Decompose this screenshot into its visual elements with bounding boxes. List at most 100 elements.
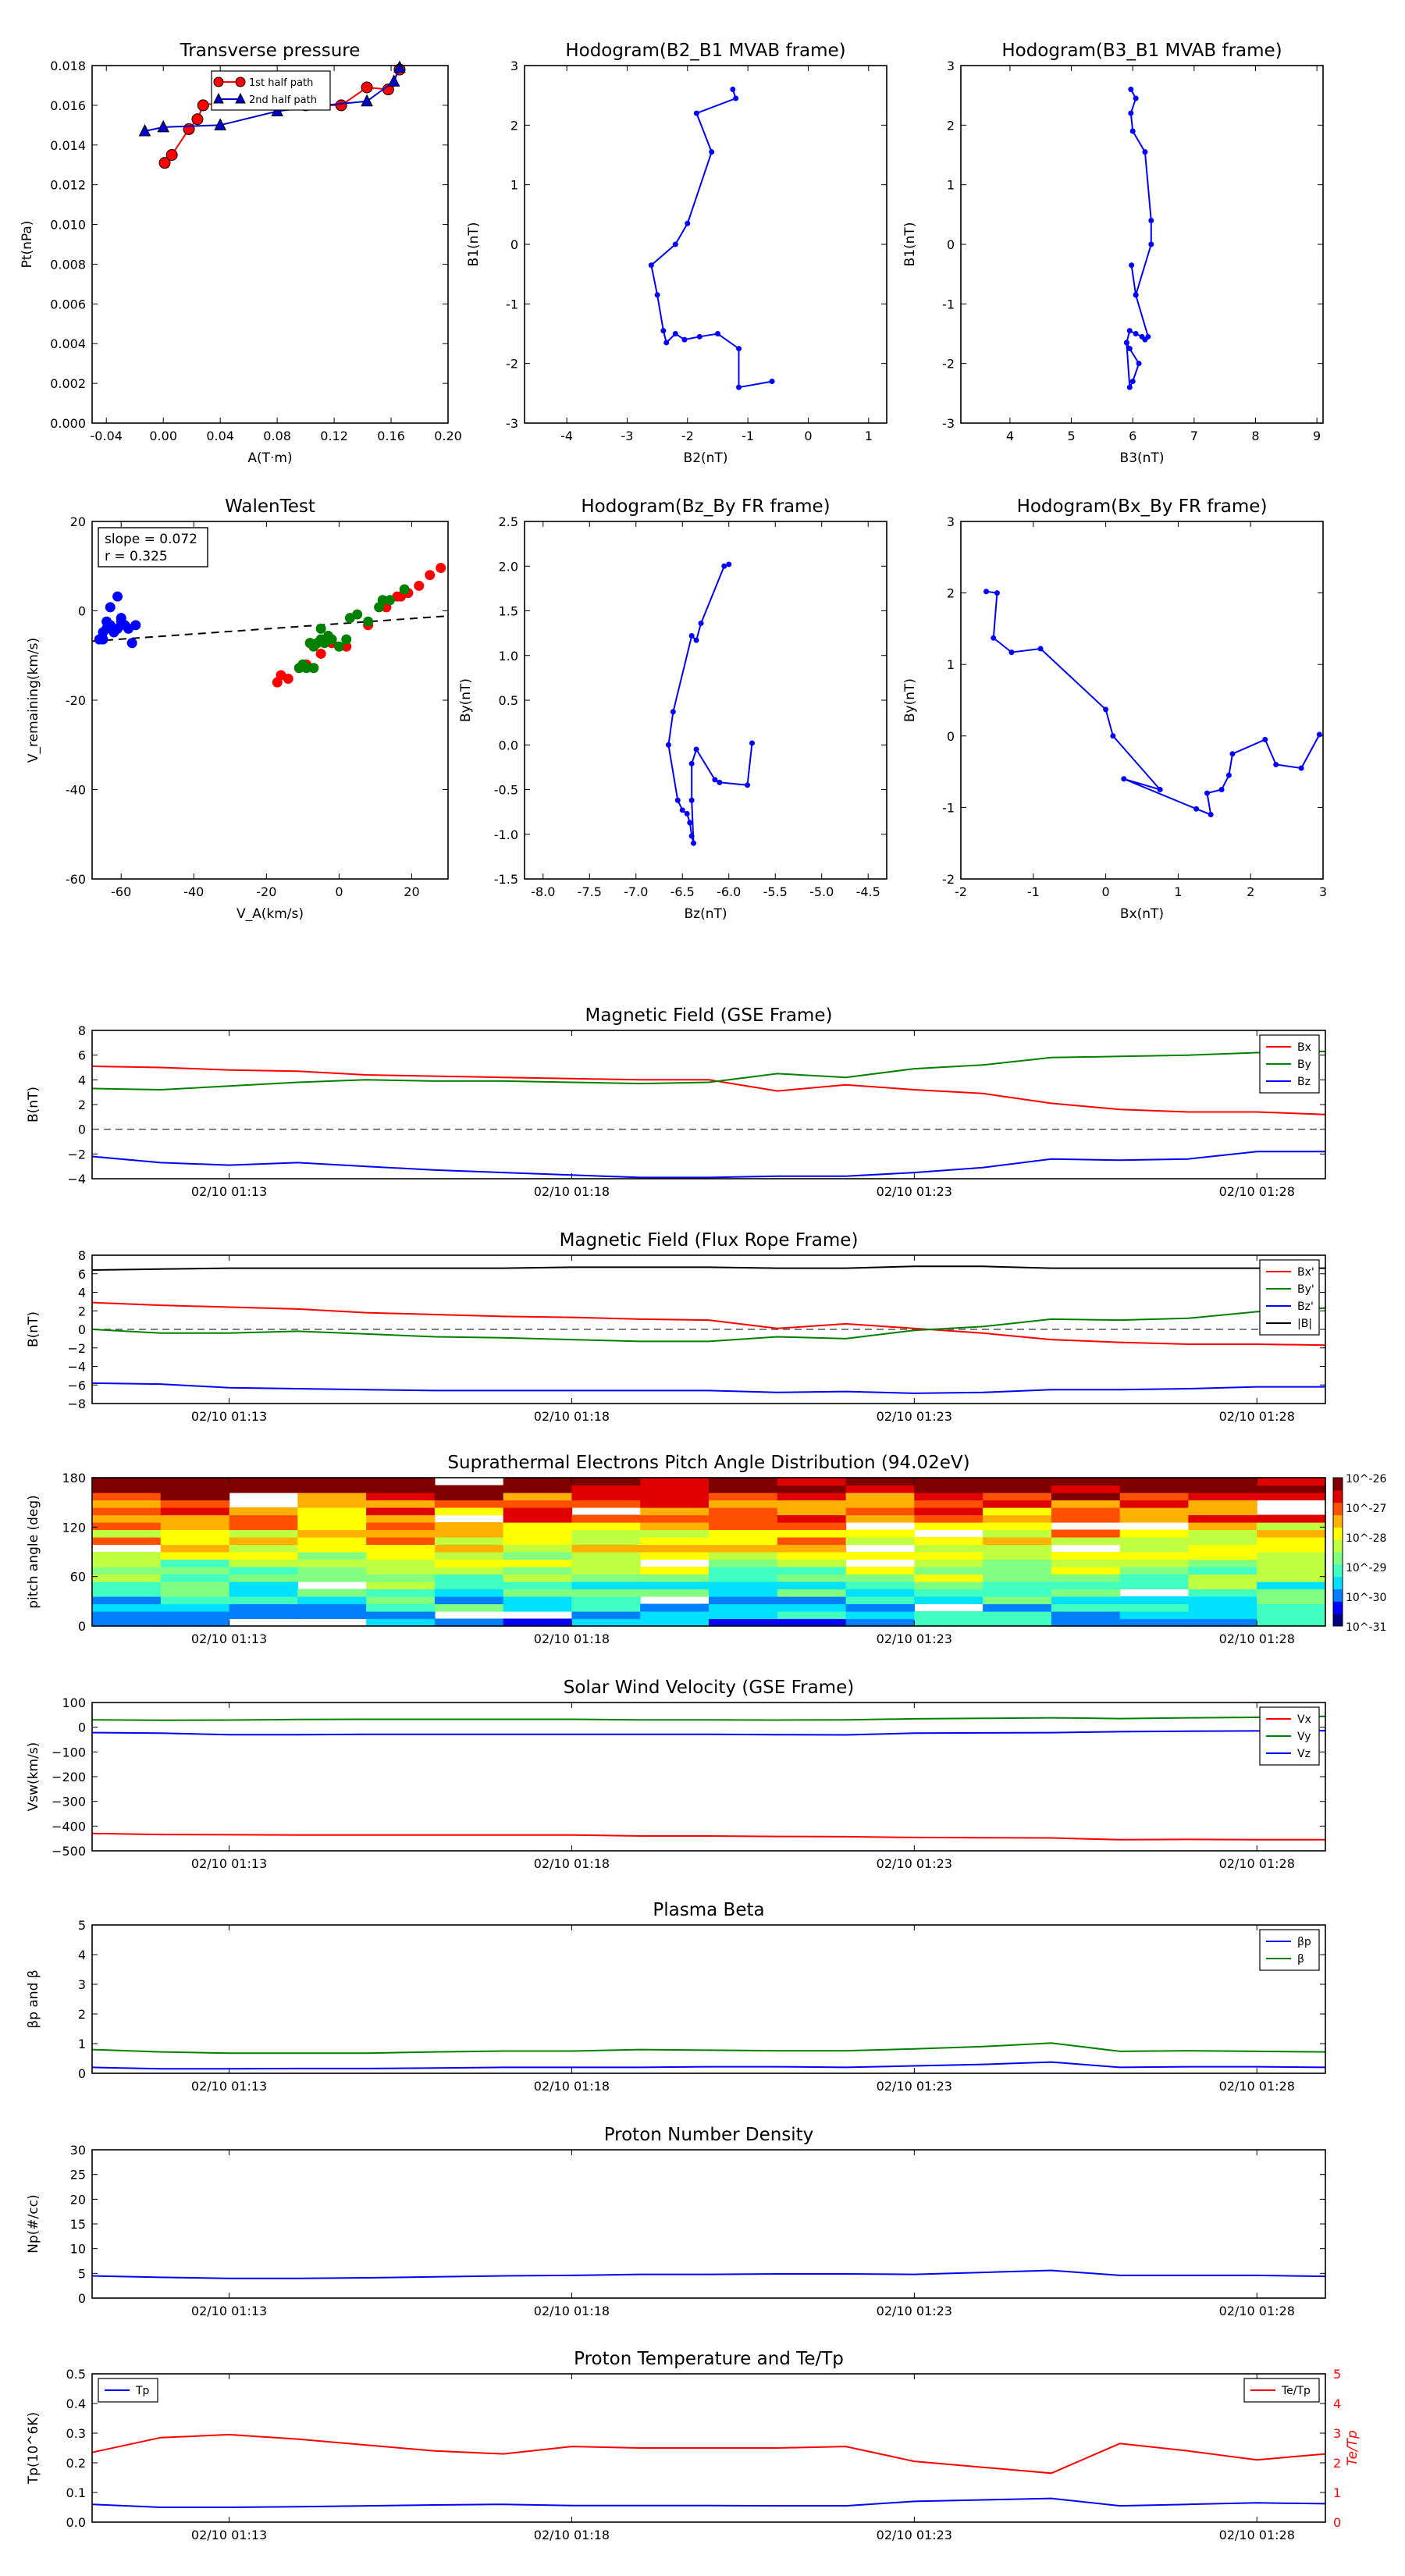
- heatmap-cell: [434, 1582, 504, 1590]
- heatmap-cell: [777, 1478, 847, 1486]
- legend-label: Tp: [135, 2385, 150, 2397]
- y-tick-label: 3: [947, 514, 955, 529]
- y-axis-label: V_remaining(km/s): [26, 638, 41, 763]
- y2-tick-label: 2: [1333, 2456, 1341, 2471]
- heatmap-cell: [160, 1559, 230, 1567]
- heatmap-cell: [983, 1507, 1052, 1516]
- x-tick-label: 02/10 01:28: [1219, 2079, 1295, 2094]
- heatmap-cell: [366, 1574, 436, 1582]
- heatmap-cell: [1188, 1582, 1257, 1590]
- x-tick-label: -5.5: [763, 884, 788, 899]
- heatmap-cell: [845, 1611, 915, 1620]
- heatmap-cell: [366, 1589, 436, 1597]
- data-point: [361, 81, 373, 94]
- x-tick-label: 02/10 01:13: [191, 2528, 267, 2542]
- heatmap-cell: [1257, 1567, 1326, 1575]
- y-tick-label: 0.002: [50, 376, 86, 391]
- heatmap-cell: [1119, 1507, 1190, 1516]
- colorbar-tick-label: 10^-29: [1346, 1562, 1386, 1574]
- series-line: [92, 2061, 1325, 2070]
- x-axis-label: A(T·m): [247, 450, 292, 466]
- heatmap-cell: [503, 1603, 573, 1612]
- data-point: [1139, 333, 1145, 340]
- heatmap-cell: [92, 1589, 162, 1597]
- heatmap-cell: [1188, 1552, 1257, 1560]
- y-tick-label: 2.5: [499, 514, 518, 529]
- y-tick-label: 1: [78, 2037, 86, 2051]
- heatmap-cell: [571, 1567, 641, 1575]
- data-point: [672, 331, 678, 336]
- data-point: [672, 241, 678, 247]
- heatmap-cell: [1188, 1603, 1257, 1612]
- heatmap-cell: [983, 1500, 1052, 1508]
- data-point: [709, 149, 715, 155]
- heatmap-cell: [297, 1611, 367, 1620]
- x-tick-label: -4.5: [856, 884, 880, 899]
- series-line: [986, 590, 1321, 817]
- lines-group: [92, 1715, 1325, 1841]
- chart-h4: Hodogram(Bx_By FR frame) -2 -1 0 1 2 3 -2 -1 0 1 2 3…: [902, 496, 1327, 922]
- data-point: [665, 742, 671, 748]
- heatmap-cell: [1119, 1544, 1190, 1553]
- chart-title: Hodogram(B3_B1 MVAB frame): [1001, 41, 1282, 61]
- heatmap-cell: [1188, 1589, 1257, 1597]
- heatmap-cell: [92, 1514, 162, 1523]
- data-point: [1157, 787, 1163, 792]
- series-line: [92, 2269, 1325, 2279]
- data-point: [1133, 95, 1139, 101]
- heatmap-cell: [366, 1478, 436, 1486]
- heatmap-cell: [1257, 1514, 1326, 1523]
- heatmap-cell: [229, 1529, 298, 1538]
- heatmap-cell: [160, 1485, 230, 1493]
- heatmap-cell: [434, 1589, 504, 1597]
- data-point: [341, 634, 352, 645]
- heatmap-cell: [845, 1596, 915, 1605]
- y-tick-label: 2: [947, 586, 955, 601]
- heatmap-cell: [503, 1500, 573, 1508]
- heatmap-cell: [1119, 1611, 1190, 1620]
- y-tick-label: 0: [947, 729, 955, 744]
- heatmap-cell: [845, 1478, 915, 1486]
- heatmap-cell: [845, 1567, 915, 1575]
- data-point: [1123, 340, 1129, 346]
- y-tick-label: -20: [66, 693, 86, 708]
- heatmap-cell: [1257, 1559, 1326, 1567]
- series-line: [92, 1265, 1325, 1271]
- y-tick-label: 0.5: [66, 2367, 86, 2382]
- heatmap-cell: [1051, 1559, 1121, 1567]
- y-tick-label: 0.0: [499, 738, 518, 753]
- heatmap-cell: [777, 1611, 847, 1620]
- x-tick-label: 02/10 01:18: [534, 1856, 610, 1871]
- x-tick-label: 02/10 01:28: [1219, 1184, 1295, 1199]
- heatmap-cell: [777, 1589, 847, 1597]
- y-tick-label: 0: [78, 1123, 86, 1137]
- heatmap-cell: [845, 1603, 915, 1612]
- heatmap-cell: [845, 1500, 915, 1508]
- chart-beta: Plasma Beta 0 1 2 3 4 5 02/10 01:13 02/10 01:18 0…: [26, 1900, 1326, 2094]
- series-line: [92, 2497, 1325, 2508]
- colorbar-tick-label: 10^-30: [1346, 1592, 1386, 1604]
- data-point: [736, 346, 742, 352]
- heatmap-cell: [503, 1544, 573, 1553]
- x-tick-label: 20: [404, 884, 419, 899]
- y-tick-label: 8: [78, 1248, 86, 1263]
- data-point: [1193, 806, 1200, 812]
- data-point: [1126, 384, 1133, 390]
- y-tick-label: 0.0: [66, 2515, 86, 2530]
- heatmap-cell: [571, 1552, 641, 1560]
- x-tick-label: 02/10 01:28: [1219, 2304, 1295, 2318]
- heatmap-cell: [1188, 1507, 1257, 1516]
- x-tick-label: 02/10 01:18: [534, 2304, 610, 2318]
- heatmap-cell: [914, 1485, 984, 1493]
- lines-group: [92, 2269, 1325, 2279]
- y-tick-label: 4: [78, 1073, 86, 1087]
- heatmap-cell: [914, 1611, 984, 1620]
- heatmap-cell: [1119, 1514, 1190, 1523]
- heatmap-cell: [777, 1522, 847, 1531]
- heatmap-cell: [1257, 1596, 1326, 1605]
- legend-label: |B|: [1297, 1318, 1312, 1330]
- heatmap-cell: [160, 1493, 230, 1501]
- heatmap-cell: [709, 1522, 778, 1531]
- colorbar: 10^-26 10^-27 10^-28 10^-29 10^-30 10^-31: [1332, 1473, 1387, 1634]
- y-tick-label: 0: [78, 1619, 86, 1634]
